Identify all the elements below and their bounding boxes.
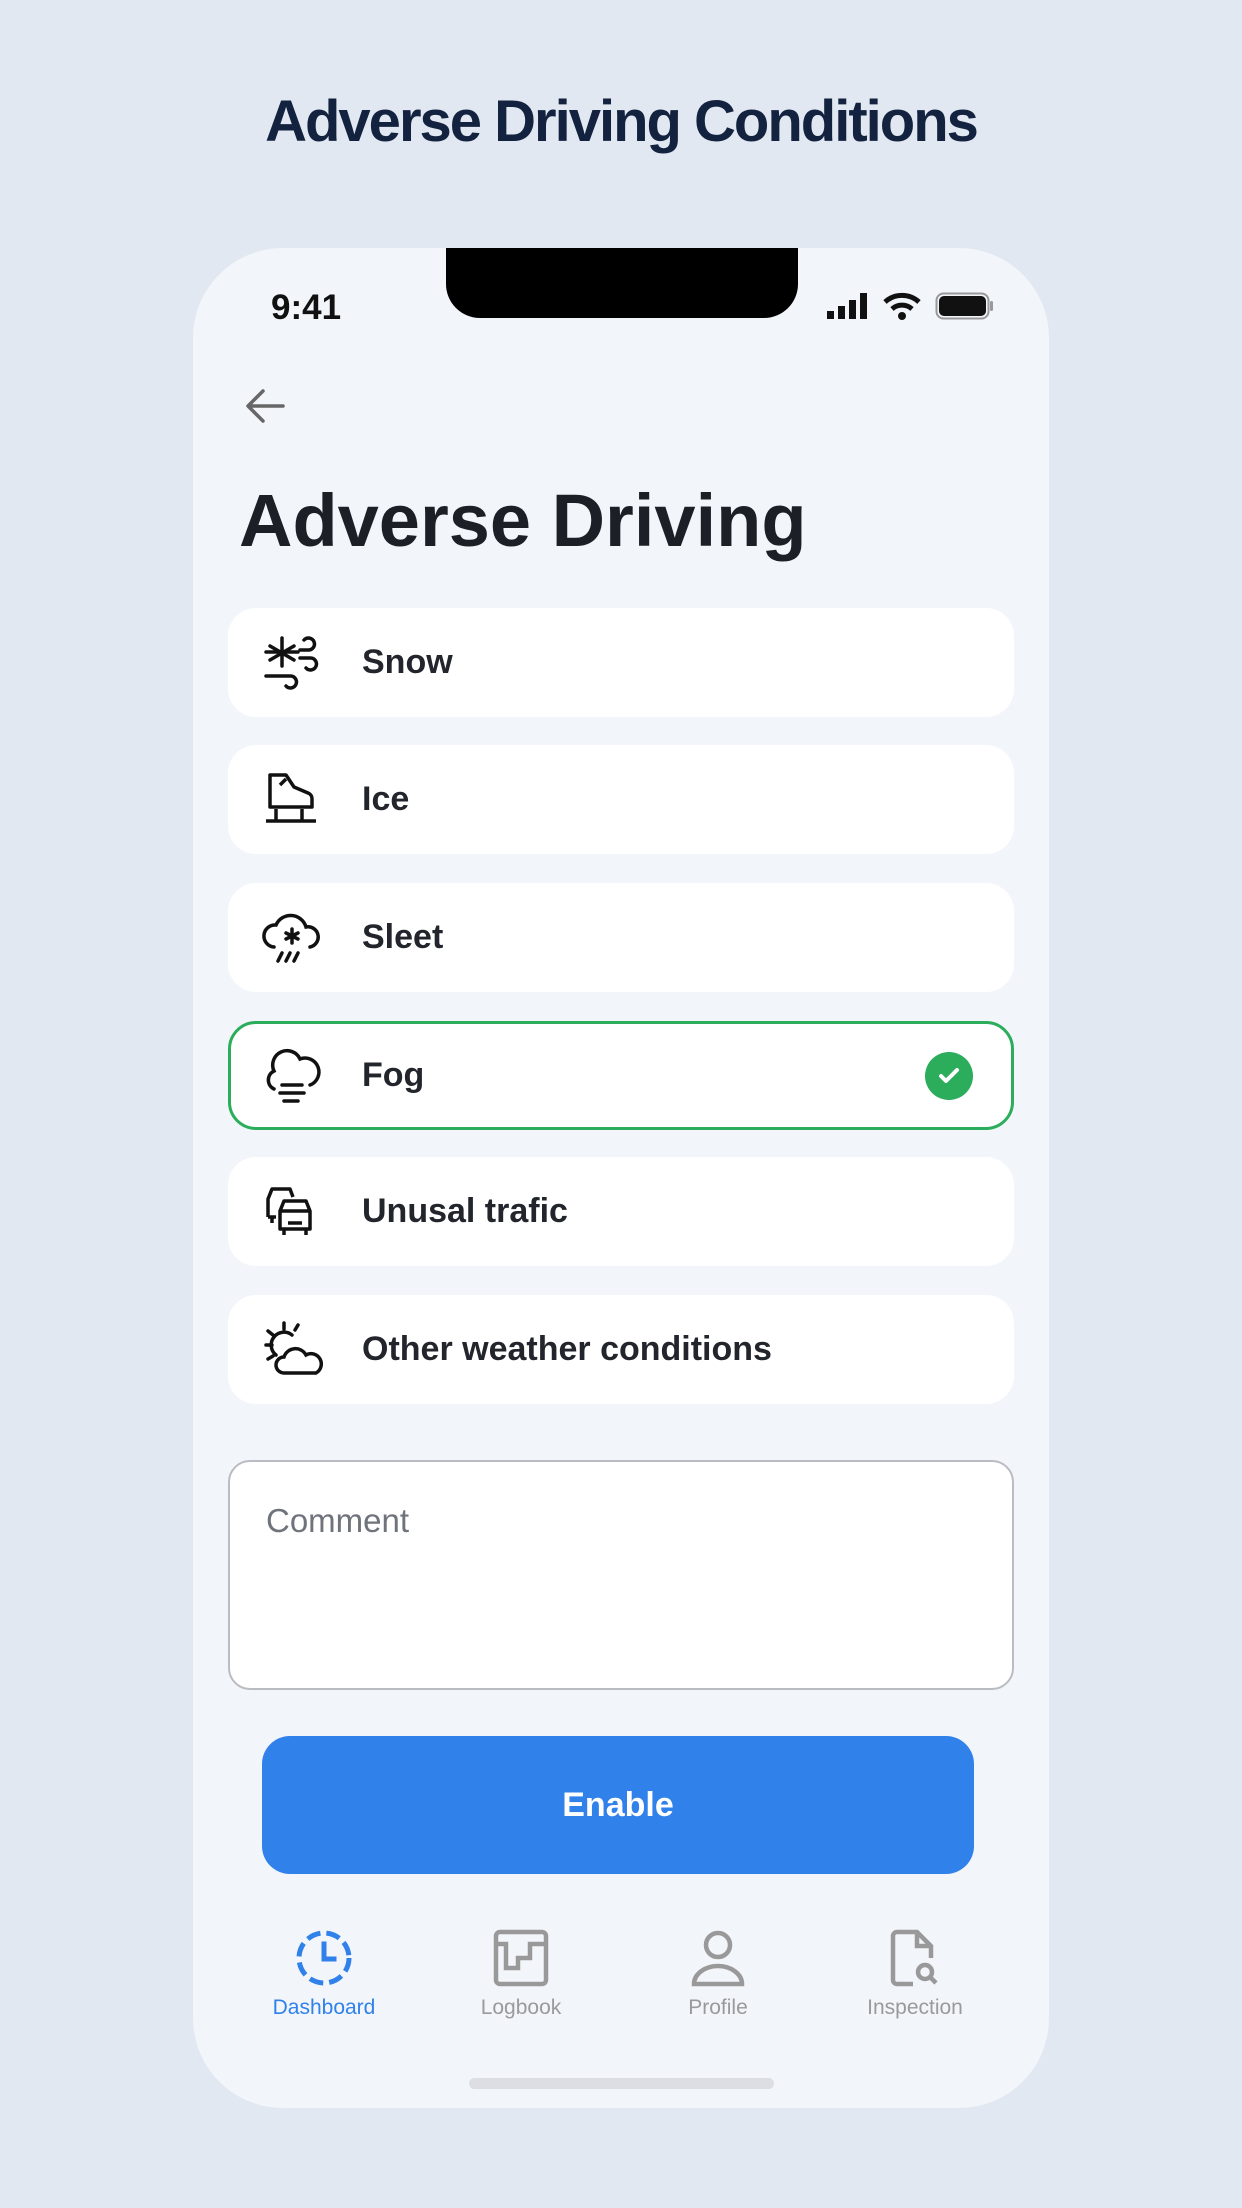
signal-icon — [827, 293, 867, 319]
comment-input[interactable] — [228, 1460, 1014, 1690]
status-time: 9:41 — [271, 288, 342, 327]
tab-inspection[interactable]: Inspection — [845, 1928, 985, 2020]
notch — [446, 248, 798, 318]
condition-label: Unusal trafic — [362, 1192, 568, 1230]
tab-label: Dashboard — [272, 1996, 376, 2019]
condition-fog[interactable]: Fog — [228, 1021, 1014, 1130]
tab-logbook[interactable]: Logbook — [451, 1928, 591, 2020]
battery-icon — [935, 292, 993, 320]
snow-wind-icon — [264, 635, 319, 690]
enable-button[interactable]: Enable — [262, 1736, 974, 1874]
wifi-icon — [883, 292, 921, 320]
tab-dashboard[interactable]: Dashboard — [254, 1928, 394, 2020]
tab-label: Logbook — [480, 1996, 562, 2019]
tab-label: Profile — [688, 1996, 748, 2019]
condition-unusual-traffic[interactable]: Unusal trafic — [228, 1157, 1014, 1266]
inspection-document-search-icon — [890, 1929, 938, 1987]
home-indicator[interactable] — [469, 2078, 774, 2089]
condition-ice[interactable]: Ice — [228, 745, 1014, 854]
dashboard-clock-icon — [296, 1930, 352, 1986]
back-arrow-icon[interactable] — [243, 386, 287, 426]
fog-cloud-icon — [266, 1048, 321, 1103]
phone-frame: 9:41 Adverse Driving Snow Ice Sleet Fog … — [193, 248, 1049, 2108]
condition-snow[interactable]: Snow — [228, 608, 1014, 717]
tab-label: Inspection — [867, 1996, 963, 2019]
profile-person-icon — [691, 1930, 745, 1987]
sun-cloud-icon — [264, 1320, 323, 1375]
condition-label: Fog — [362, 1056, 425, 1094]
selected-check-icon — [925, 1051, 973, 1100]
condition-label: Ice — [362, 780, 410, 818]
condition-label: Snow — [362, 643, 453, 681]
logbook-icon — [493, 1929, 549, 1987]
status-icons — [827, 292, 995, 320]
ice-skate-icon — [266, 772, 316, 823]
tab-profile[interactable]: Profile — [648, 1928, 788, 2020]
traffic-cars-icon — [266, 1186, 312, 1235]
condition-label: Sleet — [362, 918, 444, 956]
sleet-cloud-icon — [262, 913, 320, 963]
page-heading: Adverse Driving Conditions — [265, 89, 979, 154]
page-title: Adverse Driving — [239, 479, 807, 562]
condition-sleet[interactable]: Sleet — [228, 883, 1014, 992]
condition-label: Other weather conditions — [362, 1330, 772, 1368]
condition-other-weather[interactable]: Other weather conditions — [228, 1295, 1014, 1404]
